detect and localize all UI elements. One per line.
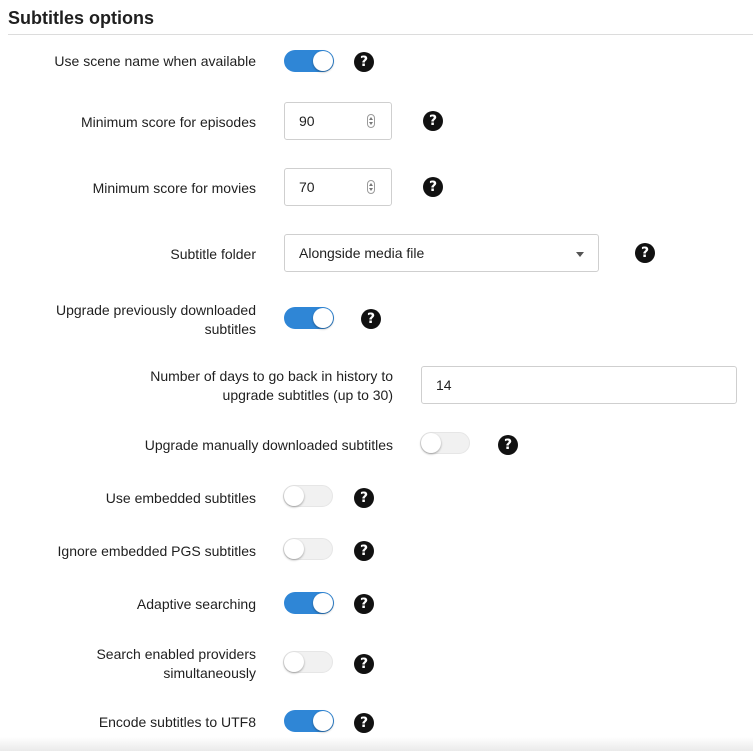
chevron-down-icon — [576, 252, 584, 257]
adaptive-search-help-icon[interactable]: ? — [354, 594, 374, 614]
upgrade-days-label-line2: upgrade subtitles (up to 30) — [222, 387, 393, 403]
stepper-icon[interactable] — [367, 114, 375, 128]
use-embedded-label: Use embedded subtitles — [105, 490, 256, 506]
upgrade-previous-help-icon[interactable]: ? — [361, 309, 381, 329]
min-score-episodes-label: Minimum score for episodes — [80, 114, 256, 130]
toggle-knob — [313, 711, 333, 731]
toggle-knob — [313, 593, 333, 613]
search-simultaneous-label-line1: Search enabled providers — [96, 646, 256, 662]
min-score-movies-help-icon[interactable]: ? — [423, 177, 443, 197]
upgrade-manual-label: Upgrade manually downloaded subtitles — [144, 437, 393, 453]
search-simultaneous-help-icon[interactable]: ? — [354, 654, 374, 674]
search-simultaneous-toggle[interactable] — [283, 651, 333, 673]
subtitle-folder-label: Subtitle folder — [170, 246, 256, 262]
upgrade-days-input[interactable]: 14 — [421, 366, 737, 404]
ignore-pgs-label: Ignore embedded PGS subtitles — [57, 543, 256, 559]
subtitle-folder-help-icon[interactable]: ? — [635, 243, 655, 263]
encode-utf8-help-icon[interactable]: ? — [354, 713, 374, 733]
upgrade-days-label-line1: Number of days to go back in history to — [150, 368, 393, 384]
toggle-knob — [313, 308, 333, 328]
min-score-movies-input[interactable]: 70 — [284, 168, 392, 206]
use-scene-name-help-icon[interactable]: ? — [354, 52, 374, 72]
min-score-episodes-help-icon[interactable]: ? — [423, 111, 443, 131]
bottom-shadow — [0, 737, 753, 751]
ignore-pgs-help-icon[interactable]: ? — [354, 541, 374, 561]
toggle-knob — [313, 51, 333, 71]
toggle-knob — [421, 433, 441, 453]
toggle-knob — [284, 539, 304, 559]
ignore-pgs-toggle[interactable] — [283, 538, 333, 560]
encode-utf8-toggle[interactable] — [284, 710, 334, 732]
upgrade-previous-toggle[interactable] — [284, 307, 334, 329]
min-score-episodes-input[interactable]: 90 — [284, 102, 392, 140]
stepper-icon[interactable] — [367, 180, 375, 194]
section-divider — [8, 34, 753, 35]
subtitle-folder-select[interactable]: Alongside media file — [284, 234, 599, 272]
toggle-knob — [284, 652, 304, 672]
upgrade-days-value: 14 — [436, 377, 452, 393]
upgrade-previous-label-line1: Upgrade previously downloaded — [55, 302, 256, 318]
adaptive-search-toggle[interactable] — [284, 592, 334, 614]
subtitle-folder-value: Alongside media file — [299, 245, 425, 261]
min-score-movies-label: Minimum score for movies — [92, 180, 256, 196]
use-scene-name-toggle[interactable] — [284, 50, 334, 72]
search-simultaneous-label: Search enabled providers simultaneously — [96, 645, 256, 683]
upgrade-previous-label-line2: subtitles — [204, 321, 256, 337]
adaptive-search-label: Adaptive searching — [136, 596, 256, 612]
upgrade-manual-help-icon[interactable]: ? — [498, 435, 518, 455]
use-scene-name-label: Use scene name when available — [54, 53, 256, 69]
min-score-episodes-value: 90 — [299, 113, 315, 129]
upgrade-days-label: Number of days to go back in history to … — [150, 367, 393, 405]
search-simultaneous-label-line2: simultaneously — [163, 665, 256, 681]
upgrade-manual-toggle[interactable] — [420, 432, 470, 454]
toggle-knob — [284, 486, 304, 506]
encode-utf8-label: Encode subtitles to UTF8 — [98, 714, 256, 730]
use-embedded-help-icon[interactable]: ? — [354, 488, 374, 508]
use-embedded-toggle[interactable] — [283, 485, 333, 507]
min-score-movies-value: 70 — [299, 179, 315, 195]
upgrade-previous-label: Upgrade previously downloaded subtitles — [56, 301, 256, 339]
section-title: Subtitles options — [8, 8, 154, 28]
